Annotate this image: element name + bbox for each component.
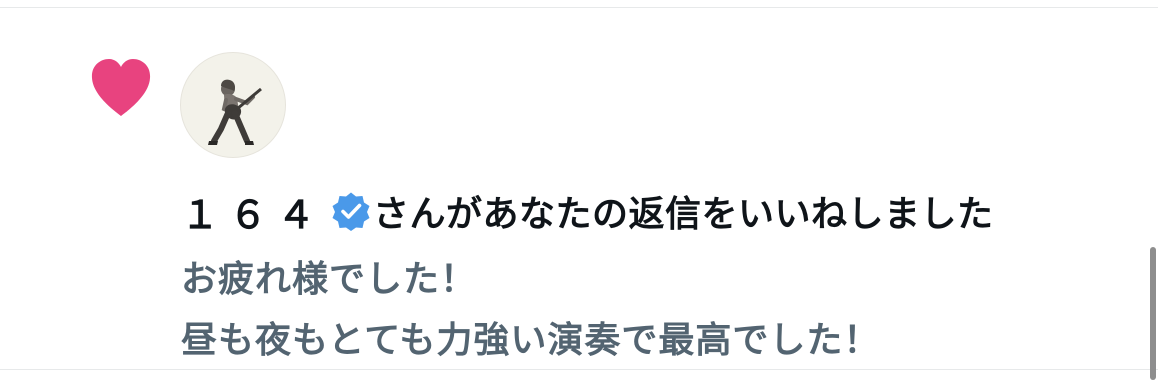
reply-text-line: 昼も夜もとても力強い演奏で最高でした！ — [181, 320, 881, 361]
notification-action-text: さんがあなたの返信をいいねしました — [373, 194, 994, 235]
notification-headline: １６４ さんがあなたの返信をいいねしました — [181, 184, 994, 239]
like-notification[interactable]: １６４ さんがあなたの返信をいいねしました お疲れ様でした！ 昼も夜もとても力強… — [0, 8, 1158, 369]
bottom-divider — [0, 369, 1158, 370]
avatar[interactable] — [180, 52, 286, 158]
verified-badge-icon — [332, 192, 370, 231]
reply-text-line: お疲れ様でした！ — [181, 259, 478, 300]
heart-icon — [91, 59, 151, 116]
scrollbar-thumb[interactable] — [1150, 247, 1156, 380]
guitarist-silhouette-icon — [208, 79, 262, 145]
user-name[interactable]: １６４ — [181, 184, 325, 239]
